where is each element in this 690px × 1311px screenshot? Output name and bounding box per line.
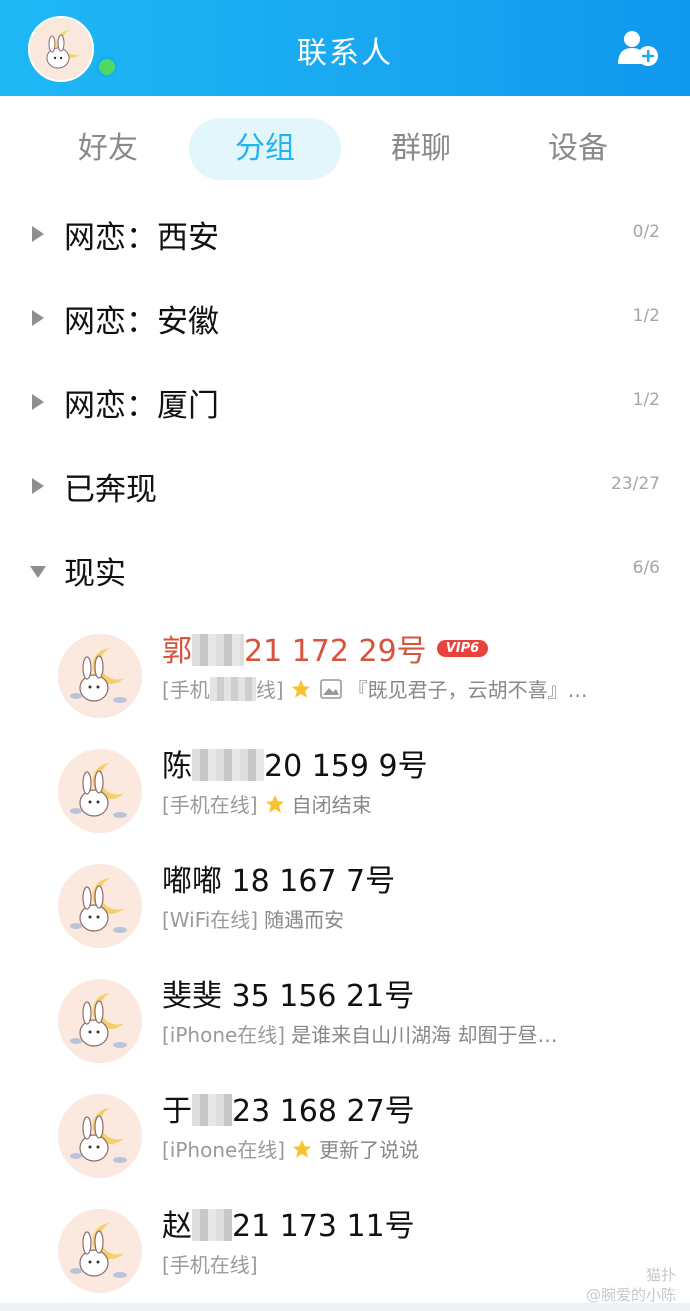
group-count: 1/2 [632, 390, 660, 410]
vip-badge: VIP6 [436, 640, 489, 657]
online-tag: [iPhone在线] [162, 1023, 286, 1047]
expanded-arrow-icon [30, 566, 46, 578]
bunny-avatar-icon [58, 864, 142, 948]
group-name: 网恋：安徽 [64, 304, 219, 340]
contact-signature: 『既见君子，云胡不喜』… [347, 678, 588, 702]
contact-avatar[interactable] [58, 1209, 142, 1293]
contact-name-prefix: 赵 [162, 1209, 192, 1244]
group-name: 网恋：西安 [64, 220, 219, 256]
group-row[interactable]: 网恋：厦门 1/2 [0, 362, 690, 446]
contact-signature: 随遇而安 [264, 908, 345, 932]
group-count: 0/2 [632, 222, 660, 242]
bottom-divider [0, 1303, 690, 1311]
tab-devices[interactable]: 设备 [502, 118, 654, 180]
blurred-tag-mask [209, 676, 256, 701]
bunny-avatar-icon [58, 1094, 142, 1178]
contact-row[interactable]: 郭 21 172 29号 VIP6 [手机 线] 『既见君子，云胡不喜』… [0, 616, 690, 731]
app-header: 联系人 [0, 0, 690, 96]
contact-name-prefix: 于 [162, 1094, 192, 1129]
contact-name-suffix: 21 173 11号 [232, 1209, 415, 1244]
contact-avatar[interactable] [58, 979, 142, 1063]
contact-row[interactable]: 陈 20 159 9号 [手机在线] 自闭结束 [0, 731, 690, 846]
image-icon [319, 678, 342, 699]
group-row[interactable]: 现实 6/6 [0, 530, 690, 614]
contact-signature: 自闭结束 [291, 793, 372, 817]
online-tag-suffix: 线] [255, 678, 284, 702]
blurred-name-mask [192, 633, 244, 666]
online-tag: [手机在线] [162, 793, 258, 817]
bunny-avatar-icon [58, 634, 142, 718]
contact-avatar[interactable] [58, 1094, 142, 1178]
star-icon [291, 679, 310, 698]
watermark: 猫扑 @腕爱的小陈 [586, 1265, 676, 1305]
contact-status: [iPhone在线] 是谁来自山川湖海 却囿于昼… [162, 1019, 612, 1048]
group-row[interactable]: 网恋：安徽 1/2 [0, 278, 690, 362]
contact-signature: 更新了说说 [319, 1138, 420, 1162]
contact-avatar[interactable] [58, 864, 142, 948]
bunny-avatar-icon [58, 979, 142, 1063]
tab-groups[interactable]: 分组 [189, 118, 341, 180]
contact-row[interactable]: 嘟嘟 18 167 7号 [WiFi在线] 随遇而安 [0, 846, 690, 961]
contact-name: 赵 21 173 11号 [162, 1201, 415, 1245]
contact-row[interactable]: 斐斐 35 156 21号 [iPhone在线] 是谁来自山川湖海 却囿于昼… [0, 961, 690, 1076]
online-tag-prefix: [手机 [162, 678, 210, 702]
group-count: 23/27 [611, 474, 660, 494]
contact-name: 于 23 168 27号 [162, 1086, 415, 1130]
contact-name: 郭 21 172 29号 VIP6 [162, 626, 489, 670]
watermark-line-2: @腕爱的小陈 [585, 1286, 676, 1304]
collapsed-arrow-icon [32, 226, 44, 242]
contact-status: [iPhone在线] 更新了说说 [162, 1134, 612, 1163]
group-name: 网恋：厦门 [64, 388, 219, 424]
contact-signature: 是谁来自山川湖海 却囿于昼… [291, 1023, 558, 1047]
contact-name: 嘟嘟 18 167 7号 [162, 864, 396, 899]
blurred-name-mask [192, 1093, 232, 1126]
contact-row[interactable]: 于 23 168 27号 [iPhone在线] 更新了说说 [0, 1076, 690, 1191]
star-icon [292, 1139, 312, 1158]
tab-group-chats[interactable]: 群聊 [345, 118, 497, 180]
group-row[interactable]: 网恋：西安 0/2 [0, 194, 690, 278]
group-name: 现实 [64, 556, 126, 592]
collapsed-arrow-icon [32, 394, 44, 410]
collapsed-arrow-icon [32, 478, 44, 494]
add-contact-icon[interactable] [616, 28, 660, 68]
group-count: 6/6 [632, 558, 660, 578]
page-title: 联系人 [297, 36, 393, 71]
online-tag: [iPhone在线] [162, 1138, 286, 1162]
contact-status: [手机在线] [162, 1249, 612, 1278]
contact-status: [手机 线] 『既见君子，云胡不喜』… [162, 674, 612, 703]
contact-name-suffix: 21 172 29号 [244, 634, 427, 669]
group-count: 1/2 [632, 306, 660, 326]
bunny-avatar-icon [58, 1209, 142, 1293]
tab-friends[interactable]: 好友 [32, 118, 184, 180]
collapsed-arrow-icon [32, 310, 44, 326]
contact-status: [WiFi在线] 随遇而安 [162, 904, 612, 933]
contact-name: 斐斐 35 156 21号 [162, 979, 415, 1014]
contact-name-prefix: 陈 [162, 749, 192, 784]
contact-name: 陈 20 159 9号 [162, 741, 428, 785]
online-tag: [WiFi在线] [162, 908, 259, 932]
watermark-line-1: 猫扑 [645, 1266, 676, 1284]
group-row[interactable]: 已奔现 23/27 [0, 446, 690, 530]
contact-avatar[interactable] [58, 749, 142, 833]
online-tag: [手机在线] [162, 1253, 258, 1277]
contact-avatar[interactable] [58, 634, 142, 718]
bunny-avatar-icon [58, 749, 142, 833]
tab-bar: 好友 分组 群聊 设备 [0, 118, 690, 182]
blurred-name-mask [192, 748, 264, 781]
blurred-name-mask [192, 1208, 232, 1241]
contact-name-prefix: 郭 [162, 634, 192, 669]
contact-name-suffix: 23 168 27号 [232, 1094, 415, 1129]
star-icon [265, 794, 284, 813]
contact-name-suffix: 20 159 9号 [264, 749, 428, 784]
contact-status: [手机在线] 自闭结束 [162, 789, 612, 818]
group-name: 已奔现 [64, 472, 157, 508]
